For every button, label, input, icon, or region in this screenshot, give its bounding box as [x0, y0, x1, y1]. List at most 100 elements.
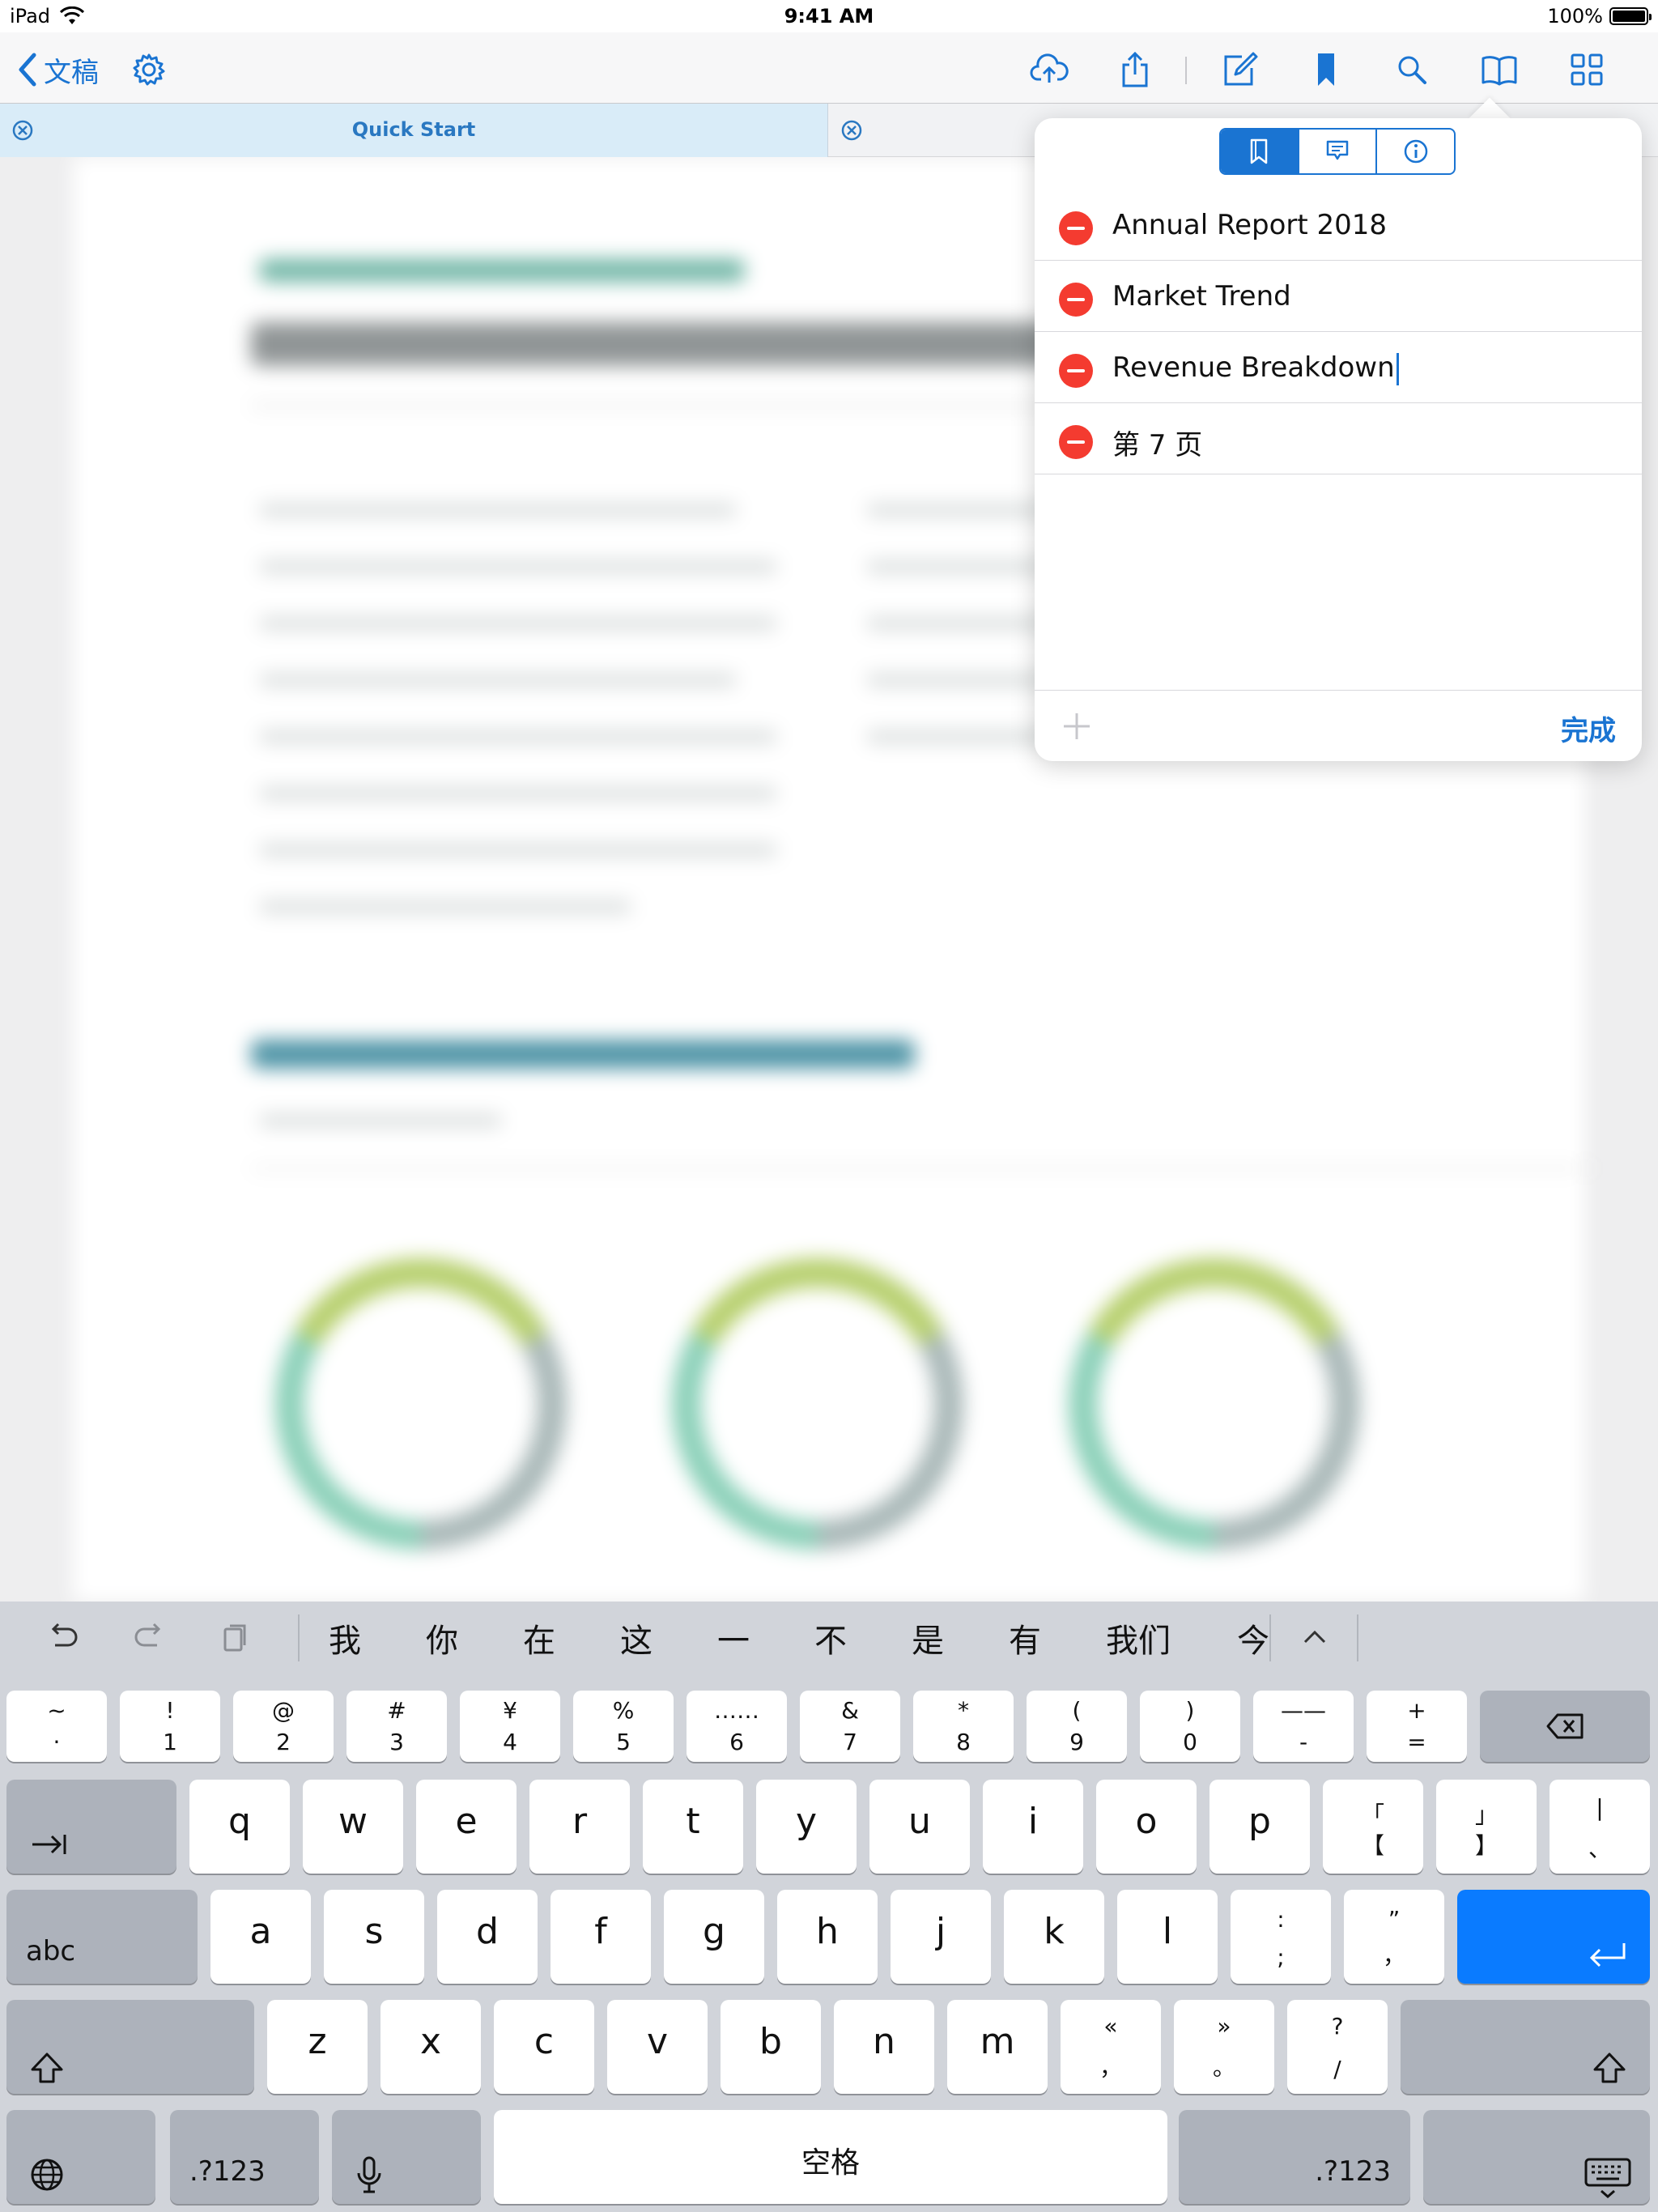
list-item[interactable]: Revenue Breakdown	[1035, 332, 1642, 403]
key-i[interactable]: i	[983, 1780, 1083, 1874]
undo-icon[interactable]	[44, 1618, 83, 1657]
candidate-word[interactable]: 今	[1237, 1614, 1269, 1661]
key-colon[interactable]: :;	[1231, 1890, 1331, 1984]
list-item[interactable]: Annual Report 2018	[1035, 189, 1642, 261]
list-item[interactable]: 第 7 页	[1035, 403, 1642, 474]
key[interactable]: ! 1	[120, 1691, 220, 1762]
key[interactable]: * 8	[913, 1691, 1014, 1762]
key-h[interactable]: h	[777, 1890, 878, 1984]
key-v[interactable]: v	[607, 2000, 708, 2094]
candidate-word[interactable]: 有	[1009, 1614, 1041, 1661]
abc-key[interactable]: abc	[6, 1890, 198, 1984]
numbers-right-key[interactable]: .?123	[1179, 2110, 1410, 2204]
return-key[interactable]	[1457, 1890, 1650, 1984]
edit-button[interactable]	[1218, 47, 1263, 92]
key-bracket-right[interactable]: 」】	[1436, 1780, 1537, 1874]
key-o[interactable]: o	[1096, 1780, 1197, 1874]
key[interactable]: #3	[346, 1691, 447, 1762]
backspace-key[interactable]	[1480, 1691, 1650, 1762]
tab-close-icon[interactable]	[840, 119, 863, 142]
key-quote[interactable]: ”，	[1344, 1890, 1444, 1984]
key-w[interactable]: w	[303, 1780, 403, 1874]
key-f[interactable]: f	[551, 1890, 651, 1984]
candidate-word[interactable]: 一	[717, 1614, 750, 1661]
dictation-key[interactable]	[332, 2110, 481, 2204]
key-question[interactable]: ? /	[1287, 2000, 1388, 2094]
candidate-word[interactable]: 我们	[1106, 1614, 1171, 1661]
key-e[interactable]: e	[416, 1780, 517, 1874]
shift-right-key[interactable]	[1401, 2000, 1650, 2094]
key[interactable]: @2	[233, 1691, 334, 1762]
key[interactable]: —— -	[1253, 1691, 1354, 1762]
key[interactable]: ) 0	[1140, 1691, 1240, 1762]
delete-minus-icon[interactable]	[1059, 354, 1093, 388]
candidate-word[interactable]: 在	[523, 1614, 555, 1661]
bookmark-label[interactable]: Market Trend	[1112, 280, 1291, 313]
candidate-word[interactable]: 你	[426, 1614, 458, 1661]
key-n[interactable]: n	[834, 2000, 934, 2094]
key-l[interactable]: l	[1117, 1890, 1218, 1984]
key-q[interactable]: q	[189, 1780, 290, 1874]
key-guillemet-right[interactable]: »。	[1174, 2000, 1274, 2094]
space-key[interactable]: 空格	[494, 2110, 1167, 2204]
delete-minus-icon[interactable]	[1059, 211, 1093, 245]
key-k[interactable]: k	[1004, 1890, 1104, 1984]
settings-button[interactable]	[126, 47, 172, 92]
chevron-up-icon[interactable]	[1295, 1618, 1334, 1657]
key-r[interactable]: r	[529, 1780, 630, 1874]
done-button[interactable]: 完成	[1561, 708, 1616, 748]
key[interactable]: …… 6	[687, 1691, 787, 1762]
bookmark-button[interactable]	[1303, 47, 1349, 92]
tab-quick-start[interactable]: Quick Start	[0, 104, 828, 157]
candidate-word[interactable]: 这	[620, 1614, 653, 1661]
key-z[interactable]: z	[267, 2000, 368, 2094]
key-s[interactable]: s	[324, 1890, 424, 1984]
key-d[interactable]: d	[437, 1890, 538, 1984]
bookmark-label[interactable]: Annual Report 2018	[1112, 209, 1387, 241]
key-guillemet-left[interactable]: «，	[1061, 2000, 1161, 2094]
grid-view-button[interactable]	[1564, 47, 1609, 92]
bookmark-label-editing[interactable]: Revenue Breakdown	[1112, 351, 1399, 385]
key[interactable]: + =	[1367, 1691, 1467, 1762]
key-b[interactable]: b	[721, 2000, 821, 2094]
key[interactable]: % 5	[573, 1691, 674, 1762]
key[interactable]: ¥4	[460, 1691, 560, 1762]
key-c[interactable]: c	[494, 2000, 594, 2094]
plus-icon[interactable]	[1059, 708, 1095, 744]
paste-icon[interactable]	[215, 1618, 254, 1657]
candidate-word[interactable]: 我	[329, 1614, 361, 1661]
search-button[interactable]	[1389, 47, 1435, 92]
cloud-upload-button[interactable]	[1027, 47, 1072, 92]
key-y[interactable]: y	[756, 1780, 857, 1874]
candidate-word[interactable]: 是	[912, 1614, 944, 1661]
list-item[interactable]: Market Trend	[1035, 261, 1642, 332]
key-j[interactable]: j	[891, 1890, 991, 1984]
segment-annotations[interactable]	[1299, 130, 1378, 173]
shift-left-key[interactable]	[6, 2000, 254, 2094]
key[interactable]: (9	[1027, 1691, 1127, 1762]
segment-bookmarks[interactable]	[1221, 130, 1299, 173]
key-x[interactable]: x	[380, 2000, 481, 2094]
globe-key[interactable]	[6, 2110, 155, 2204]
key-p[interactable]: p	[1209, 1780, 1310, 1874]
key-a[interactable]: a	[210, 1890, 311, 1984]
outline-book-button[interactable]	[1477, 47, 1522, 92]
key[interactable]: & 7	[800, 1691, 900, 1762]
back-button[interactable]: 文稿	[16, 47, 99, 92]
segment-info[interactable]	[1377, 130, 1454, 173]
bookmark-label[interactable]: 第 7 页	[1112, 423, 1202, 462]
numbers-left-key[interactable]: .?123	[170, 2110, 319, 2204]
candidate-word[interactable]: 不	[814, 1614, 847, 1661]
key[interactable]: ~ ·	[6, 1691, 107, 1762]
dismiss-keyboard-key[interactable]	[1423, 2110, 1650, 2204]
delete-minus-icon[interactable]	[1059, 283, 1093, 317]
key-u[interactable]: u	[869, 1780, 970, 1874]
key-pipe[interactable]: |、	[1550, 1780, 1650, 1874]
key-g[interactable]: g	[664, 1890, 764, 1984]
delete-minus-icon[interactable]	[1059, 425, 1093, 459]
tab-key[interactable]	[6, 1780, 176, 1874]
key-m[interactable]: m	[947, 2000, 1048, 2094]
redo-icon[interactable]	[130, 1618, 168, 1657]
key-bracket-left[interactable]: 「【	[1323, 1780, 1423, 1874]
share-button[interactable]	[1112, 47, 1158, 92]
